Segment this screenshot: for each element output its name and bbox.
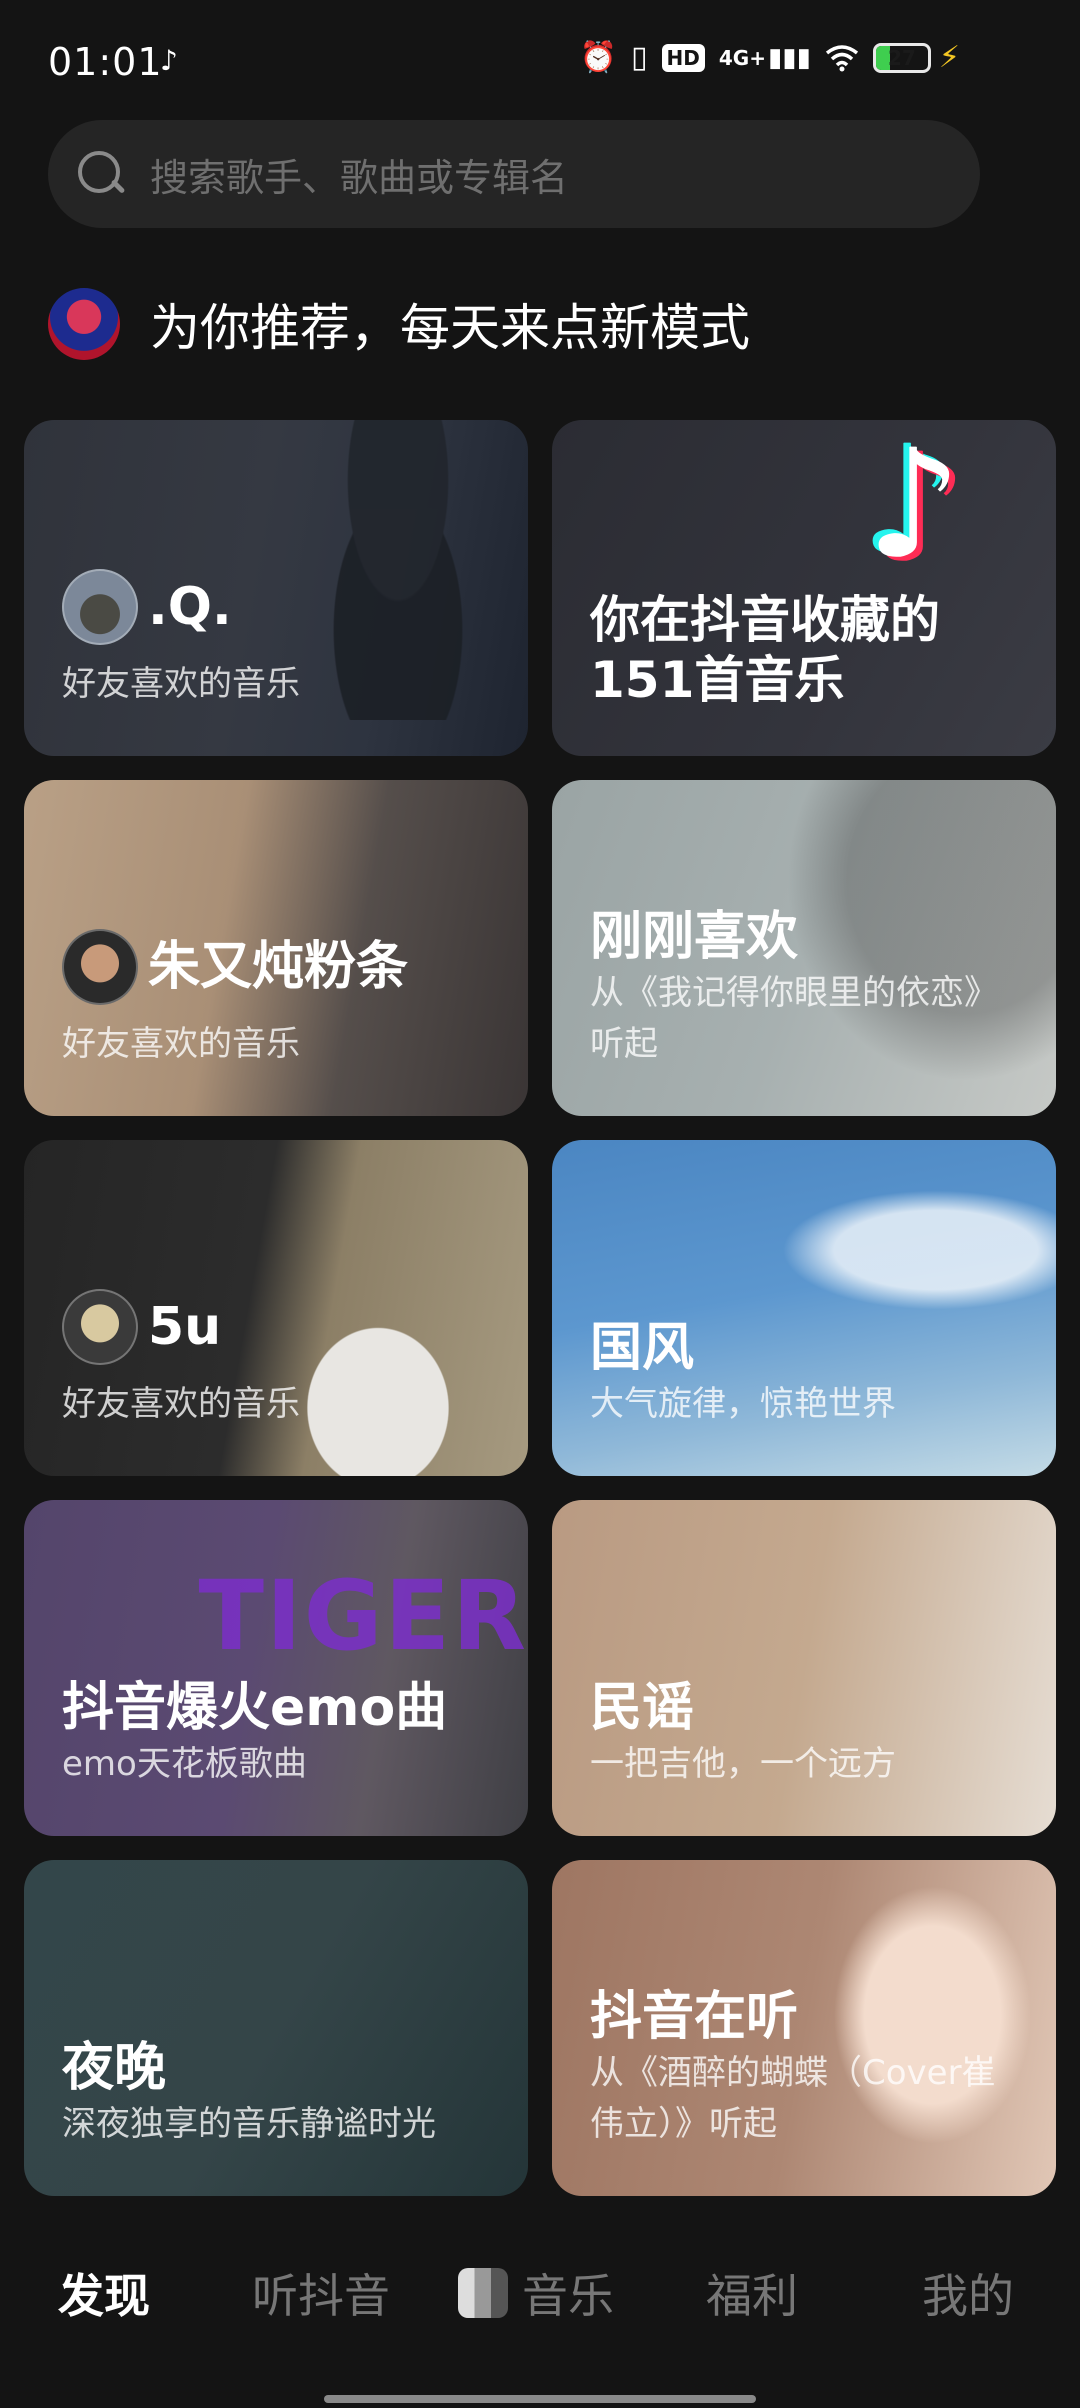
card-subtitle: 深夜独享的音乐静谧时光	[62, 2104, 436, 2144]
tab-rewards[interactable]: 福利	[706, 2260, 798, 2326]
friend-avatar	[62, 1289, 138, 1365]
tab-music[interactable]: 音乐	[458, 2260, 614, 2326]
card-title: 抖音爆火emo曲	[62, 1677, 448, 1738]
card-subtitle: emo天花板歌曲	[62, 1744, 307, 1784]
playlist-card-5u[interactable]: 5u 好友喜欢的音乐	[24, 1140, 528, 1476]
card-subtitle: 大气旋律，惊艳世界	[590, 1384, 896, 1424]
battery-icon: 27 ⚡	[872, 40, 960, 75]
tiktok-logo-white: ♪	[866, 420, 962, 592]
status-icons: ⏰ ▯ HD 4G+ ▮▮▮ 27 ⚡	[580, 40, 960, 75]
card-title: 刚刚喜欢	[590, 906, 799, 967]
hd-icon: HD	[661, 43, 705, 72]
playlist-card-emo[interactable]: TIGER 抖音爆火emo曲 emo天花板歌曲	[24, 1500, 528, 1836]
friend-avatar	[62, 569, 138, 645]
playlist-card-just-liked[interactable]: 刚刚喜欢 从《我记得你眼里的依恋》听起	[552, 780, 1056, 1116]
music-note-icon: ♪	[160, 44, 178, 77]
status-time: 01:01	[48, 40, 163, 84]
card-title: 抖音在听	[590, 1986, 799, 2047]
avatar[interactable]	[48, 288, 120, 360]
playlist-card-zhu[interactable]: 朱又炖粉条 好友喜欢的音乐	[24, 780, 528, 1116]
card-title: 5u	[148, 1296, 222, 1357]
card-subtitle: 从《酒醉的蝴蝶（Cover崔伟立）》听起	[590, 2053, 996, 2144]
playlist-card-douyin-listening[interactable]: 抖音在听 从《酒醉的蝴蝶（Cover崔伟立）》听起	[552, 1860, 1056, 2196]
tab-music-label: 音乐	[522, 2269, 614, 2323]
search-input[interactable]: 搜索歌手、歌曲或专辑名	[150, 147, 568, 202]
network-label: 4G+	[718, 45, 766, 70]
card-subtitle: 好友喜欢的音乐	[62, 1384, 300, 1424]
wifi-icon	[825, 44, 859, 72]
recommend-header: 为你推荐，每天来点新模式	[48, 288, 750, 360]
tab-discover[interactable]: 发现	[58, 2260, 150, 2326]
tiktok-logo-icon: ♪ ♪ ♪	[860, 420, 1016, 600]
playlist-card-q[interactable]: .Q. 好友喜欢的音乐	[24, 420, 528, 756]
tiger-artwork-text: TIGER	[198, 1560, 528, 1672]
bottom-nav: 发现 听抖音 音乐 福利 我的	[0, 2240, 1080, 2340]
card-subtitle: 好友喜欢的音乐	[62, 664, 300, 704]
status-bar: 01:01 ♪ ⏰ ▯ HD 4G+ ▮▮▮ 27 ⚡	[0, 0, 1080, 120]
card-title: 你在抖音收藏的151首音乐	[590, 591, 940, 709]
battery-body: 27	[872, 42, 931, 73]
charging-icon: ⚡	[938, 40, 960, 75]
card-title: 朱又炖粉条	[148, 936, 409, 997]
search-bar[interactable]: 搜索歌手、歌曲或专辑名	[48, 120, 980, 228]
playlist-grid: .Q. 好友喜欢的音乐 ♪ ♪ ♪ 你在抖音收藏的151首音乐 朱又炖粉条 好友…	[24, 420, 1056, 2196]
playlist-card-night[interactable]: 夜晚 深夜独享的音乐静谧时光	[24, 1860, 528, 2196]
card-subtitle: 从《我记得你眼里的依恋》听起	[590, 973, 998, 1064]
home-indicator[interactable]	[324, 2395, 756, 2403]
playlist-card-guofeng[interactable]: 国风 大气旋律，惊艳世界	[552, 1140, 1056, 1476]
search-icon	[78, 151, 124, 197]
friend-avatar	[62, 929, 138, 1005]
card-title: 民谣	[590, 1677, 695, 1738]
card-subtitle: 好友喜欢的音乐	[62, 1024, 300, 1064]
now-playing-thumbnail	[458, 2268, 508, 2318]
tab-listen-douyin[interactable]: 听抖音	[252, 2260, 390, 2326]
vibrate-icon: ▯	[631, 40, 648, 75]
signal-4g-icon: 4G+ ▮▮▮	[718, 42, 811, 73]
card-title: 夜晚	[62, 2037, 167, 2098]
card-subtitle: 一把吉他，一个远方	[590, 1744, 896, 1784]
playlist-card-douyin-favorites[interactable]: ♪ ♪ ♪ 你在抖音收藏的151首音乐	[552, 420, 1056, 756]
battery-level: 27	[888, 45, 916, 70]
alarm-icon: ⏰	[579, 40, 618, 75]
tab-me[interactable]: 我的	[922, 2260, 1014, 2326]
card-title: .Q.	[148, 576, 232, 637]
recommend-title: 为你推荐，每天来点新模式	[150, 299, 750, 357]
playlist-card-folk[interactable]: 民谣 一把吉他，一个远方	[552, 1500, 1056, 1836]
card-title: 国风	[590, 1317, 695, 1378]
